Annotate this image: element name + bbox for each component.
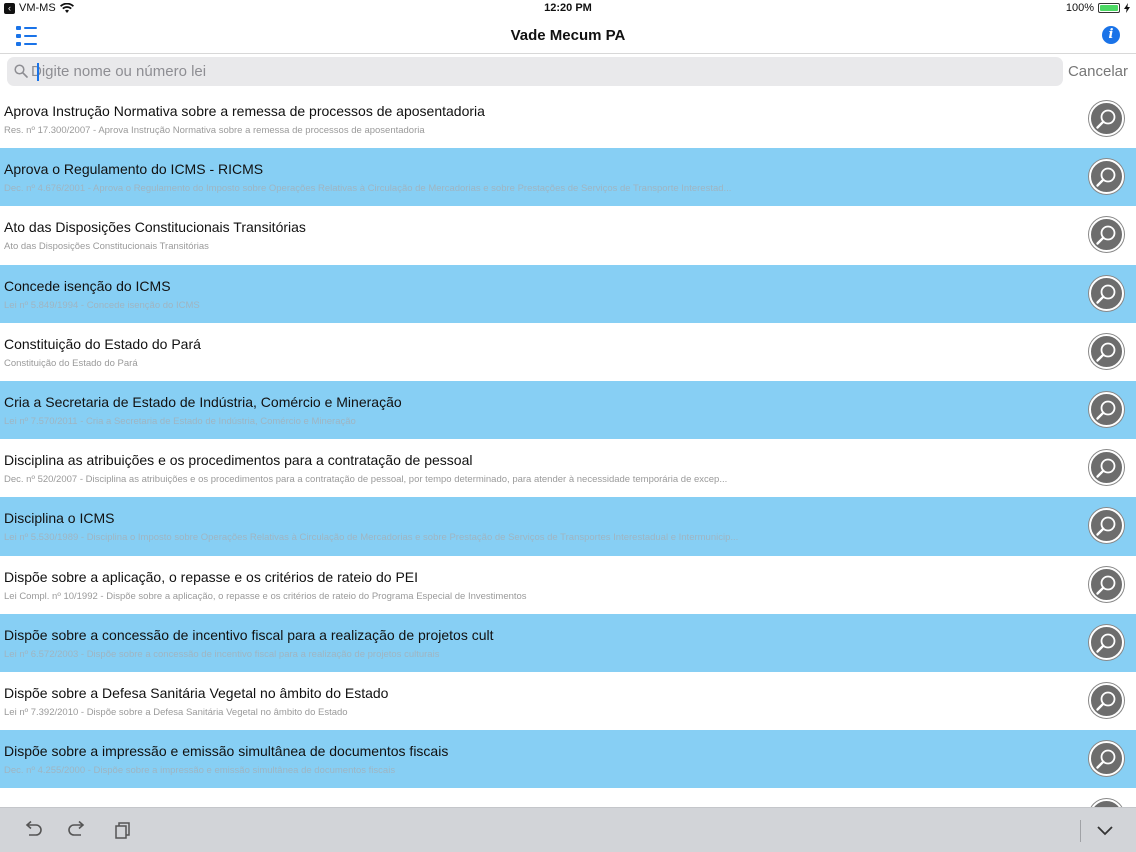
list-item-title: Disciplina as atribuições e os procedime… <box>4 452 473 469</box>
list-item-subtitle: Ato das Disposições Constitucionais Tran… <box>4 241 209 253</box>
search-law-button[interactable] <box>1089 799 1124 807</box>
magnifier-icon <box>1096 691 1116 711</box>
search-input[interactable] <box>31 57 1051 86</box>
search-law-button[interactable] <box>1089 624 1124 660</box>
search-law-button[interactable] <box>1089 741 1124 777</box>
list-item-title: Dispõe sobre a concessão de incentivo fi… <box>4 626 494 643</box>
magnifier-icon <box>1096 516 1116 537</box>
list-item-title: Aprova Instrução Normativa sobre a remes… <box>4 103 485 119</box>
search-box[interactable] <box>7 57 1063 86</box>
list-item-subtitle: Lei nº 5.849/1994 - Concede isenção do I… <box>4 299 200 311</box>
list-item[interactable]: Aprova o Regulamento do ICMS - RICMS Dec.… <box>0 148 1136 207</box>
list-item[interactable]: Disciplina o ICMS Lei nº 5.530/1989 - Dis… <box>0 497 1136 556</box>
search-law-button[interactable] <box>1089 682 1124 718</box>
search-law-button[interactable] <box>1089 275 1124 311</box>
law-list[interactable]: Aprova Instrução Normativa sobre a remes… <box>0 90 1136 807</box>
list-item-subtitle: Lei nº 7.392/2010 - Dispõe sobre a Defes… <box>4 706 348 718</box>
magnifier-icon <box>1096 575 1116 595</box>
battery-fill <box>1100 5 1118 11</box>
search-law-button[interactable] <box>1089 508 1124 544</box>
battery-percent: 100% <box>1065 2 1094 14</box>
list-item-subtitle: Dec. nº 4.676/2001 - Aprova o Regulament… <box>4 183 732 195</box>
redo-icon[interactable] <box>66 820 88 840</box>
info-icon[interactable]: i <box>1102 26 1120 44</box>
list-item[interactable]: Dispõe sobre a Defesa Sanitária Vegetal … <box>0 672 1136 730</box>
list-item[interactable]: Cria a Secretaria de Estado de Indústria… <box>0 380 1136 440</box>
cancel-button[interactable]: Cancelar <box>1068 63 1128 80</box>
text-cursor <box>37 63 39 81</box>
list-item[interactable]: Dispõe sobre a aplicação, o repasse e os… <box>0 556 1136 614</box>
search-law-button[interactable] <box>1089 391 1124 427</box>
search-law-button[interactable] <box>1089 217 1124 253</box>
search-law-button[interactable] <box>1089 159 1124 195</box>
magnifier-icon <box>1096 749 1116 769</box>
list-item-title: Disciplina o ICMS <box>4 510 115 527</box>
list-item[interactable] <box>0 788 1136 807</box>
list-item[interactable]: Ato das Disposições Constitucionais Tran… <box>0 206 1136 264</box>
list-item-title: Ato das Disposições Constitucionais Tran… <box>4 219 306 236</box>
clock: 12:20 PM <box>544 2 592 14</box>
list-item-subtitle: Res. nº 17.300/2007 - Aprova Instrução N… <box>4 125 425 136</box>
list-item[interactable]: Disciplina as atribuições e os procedime… <box>0 439 1136 497</box>
list-item[interactable]: Concede isenção do ICMS Lei nº 5.849/1994… <box>0 264 1136 323</box>
list-item-title: Dispõe sobre a aplicação, o repasse e os… <box>4 568 419 585</box>
navigation-bar: Vade Mecum PA i <box>0 18 1136 54</box>
list-item[interactable]: Dispõe sobre a concessão de incentivo fi… <box>0 613 1136 672</box>
page-title: Vade Mecum PA <box>510 27 626 44</box>
status-right: 100% <box>1066 2 1130 14</box>
list-item-subtitle: Dec. nº 520/2007 - Disciplina as atribui… <box>4 474 728 486</box>
magnifier-icon <box>1096 284 1116 304</box>
magnifier-icon <box>1096 400 1116 420</box>
list-item-subtitle: Lei nº 5.530/1989 - Disciplina o Imposto… <box>4 532 739 544</box>
list-item-title: Concede isenção do ICMS <box>4 277 171 294</box>
magnifier-icon <box>1096 342 1116 362</box>
list-item-subtitle: Lei Compl. nº 10/1992 - Dispõe sobre a a… <box>4 590 527 602</box>
search-icon <box>14 64 28 78</box>
toolbar-divider <box>1080 820 1081 842</box>
status-bar: ‹ VM-MS 12:20 PM 100% <box>0 0 1136 18</box>
charging-bolt-icon <box>1124 3 1130 13</box>
chevron-down-icon[interactable] <box>1094 820 1116 840</box>
list-item-title: Dispõe sobre a Defesa Sanitária Vegetal … <box>4 684 389 701</box>
list-item-title: Cria a Secretaria de Estado de Indústria… <box>4 393 402 410</box>
list-item[interactable]: Dispõe sobre a impressão e emissão simul… <box>0 730 1136 789</box>
search-law-button[interactable] <box>1089 333 1124 369</box>
paste-icon[interactable] <box>112 820 134 840</box>
search-bar: Cancelar <box>0 54 1136 88</box>
magnifier-icon <box>1096 167 1116 187</box>
list-item-title: Dispõe sobre a impressão e emissão simul… <box>4 743 449 760</box>
search-law-button[interactable] <box>1089 450 1124 486</box>
magnifier-icon <box>1096 225 1116 246</box>
list-item[interactable]: Aprova Instrução Normativa sobre a remes… <box>0 90 1136 148</box>
undo-icon[interactable] <box>22 820 44 840</box>
list-item[interactable]: Constituição do Estado do Pará Constituiç… <box>0 323 1136 381</box>
magnifier-icon <box>1096 633 1116 653</box>
list-item-title: Constituição do Estado do Pará <box>4 335 201 352</box>
list-item-subtitle: Lei nº 6.572/2003 - Dispõe sobre a conce… <box>4 648 440 660</box>
battery-icon <box>1098 3 1120 13</box>
list-item-title: Aprova o Regulamento do ICMS - RICMS <box>4 161 264 178</box>
list-item-subtitle: Dec. nº 4.255/2000 - Dispõe sobre a impr… <box>4 765 396 777</box>
list-item-subtitle: Constituição do Estado do Pará <box>4 357 138 369</box>
magnifier-icon <box>1096 109 1116 129</box>
list-item-subtitle: Lei nº 7.570/2011 - Cria a Secretaria de… <box>4 415 356 427</box>
keyboard-toolbar <box>0 807 1136 852</box>
magnifier-icon <box>1096 458 1116 478</box>
search-law-button[interactable] <box>1089 566 1124 602</box>
search-law-button[interactable] <box>1089 101 1124 136</box>
